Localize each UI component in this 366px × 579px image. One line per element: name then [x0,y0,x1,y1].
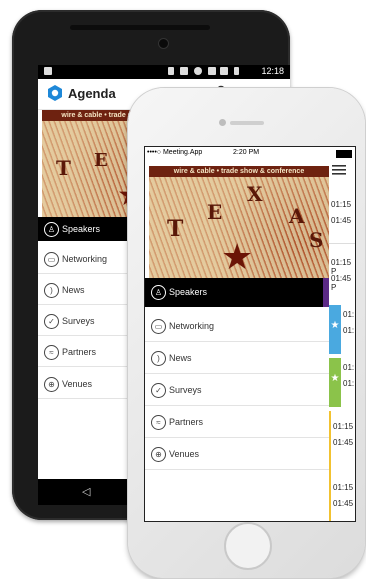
rss-icon: ) [44,283,59,298]
menu-item-label: Venues [62,379,93,389]
android-app-title: Agenda [68,86,116,101]
agenda-time[interactable]: 01:15 [331,200,351,209]
person-icon: ♙ [44,222,59,237]
menu-item-label: Venues [169,449,200,459]
banner-letter: X [247,182,263,206]
agenda-time[interactable]: 01:45 [333,499,353,508]
person-icon: ♙ [151,285,166,300]
handshake-icon: ≈ [151,415,166,430]
iphone-status-bar: ••••○ Meeting.App 2:20 PM [145,147,355,159]
menu-item-surveys[interactable]: ✓ Surveys [145,374,329,406]
android-speaker-grille [70,25,210,30]
menu-item-networking[interactable]: ▭ Networking [145,310,329,342]
iphone-home-button[interactable] [224,522,272,570]
menu-item-label: Networking [169,321,215,331]
globe-icon: ⊕ [151,447,166,462]
battery-icon [336,150,352,158]
menu-item-label: Surveys [169,385,202,395]
agenda-time[interactable]: 01:45 P [331,274,355,292]
globe-icon: ⊕ [44,377,59,392]
android-notification-icon [44,67,52,75]
menu-item-speakers[interactable]: ♙ Speakers [145,278,329,307]
favorite-tab-green[interactable]: ★ [329,358,341,407]
agenda-time[interactable]: 01: [343,310,354,319]
agenda-time[interactable]: 01:15 [333,483,353,492]
carrier-label: ••••○ Meeting.App [147,149,203,156]
back-icon[interactable]: ◁ [82,485,90,498]
alarm-icon [194,67,202,75]
timeline-accent-line [329,411,331,521]
hamburger-menu-icon[interactable] [332,164,346,176]
menu-item-label: News [169,353,192,363]
chat-bubble-icon: ▭ [151,319,166,334]
texas-star-icon: ★ [221,236,254,277]
menu-item-label: Speakers [62,224,101,234]
menu-item-news[interactable]: ) News [145,342,329,374]
agenda-time[interactable]: 01:45 [331,216,351,225]
agenda-time[interactable]: 01: [343,326,354,335]
iphone-screen: ••••○ Meeting.App 2:20 PM wire & cable •… [144,146,356,522]
menu-item-label: Surveys [62,316,95,326]
banner-letter: A [289,204,305,228]
banner-letter: T [167,216,184,242]
vibrate-icon [180,67,188,75]
agenda-time[interactable]: 01:15 [333,422,353,431]
agenda-time[interactable]: 01:45 [333,438,353,447]
checkmark-icon: ✓ [151,383,166,398]
rss-icon: ) [151,351,166,366]
menu-item-label: Partners [169,417,204,427]
iphone-status-time: 2:20 PM [233,149,260,156]
favorite-tab-blue[interactable]: ★ [329,305,341,354]
iphone-earpiece [230,121,264,125]
banner-letter: T [56,156,71,180]
agenda-time[interactable]: 01: [343,379,354,388]
signal-icon [220,67,228,75]
iphone-front-camera [219,119,226,126]
app-logo-icon[interactable] [46,84,64,102]
chat-bubble-icon: ▭ [44,252,59,267]
android-front-camera [158,38,169,49]
agenda-time[interactable]: 01: [343,363,354,372]
checkmark-icon: ✓ [44,314,59,329]
selected-accent-bar [323,278,329,307]
menu-item-label: Networking [62,254,108,264]
banner-letter: S [309,228,324,252]
iphone-frame: ••••○ Meeting.App 2:20 PM wire & cable •… [128,88,365,578]
menu-item-partners[interactable]: ≈ Partners [145,406,329,438]
bluetooth-icon [168,67,174,75]
star-icon: ★ [330,373,340,384]
battery-icon [234,67,239,75]
wifi-icon [208,67,216,75]
menu-item-label: Partners [62,347,97,357]
android-status-time: 12:18 [261,66,284,76]
iphone-event-banner: wire & cable • trade show & conference T… [149,166,329,278]
menu-item-label: Speakers [169,287,208,297]
menu-item-label: News [62,285,85,295]
banner-letter: E [207,200,223,224]
agenda-times-column: 01:15 01:45 01:15 P 01:45 P ★ 01: 01: ★ … [329,178,355,521]
banner-strip-text: wire & cable • trade show & conference [149,166,329,177]
android-status-bar: 12:18 [38,65,290,79]
banner-letter: E [94,150,108,171]
star-icon: ★ [330,320,340,331]
menu-item-venues[interactable]: ⊕ Venues [145,438,329,470]
handshake-icon: ≈ [44,345,59,360]
